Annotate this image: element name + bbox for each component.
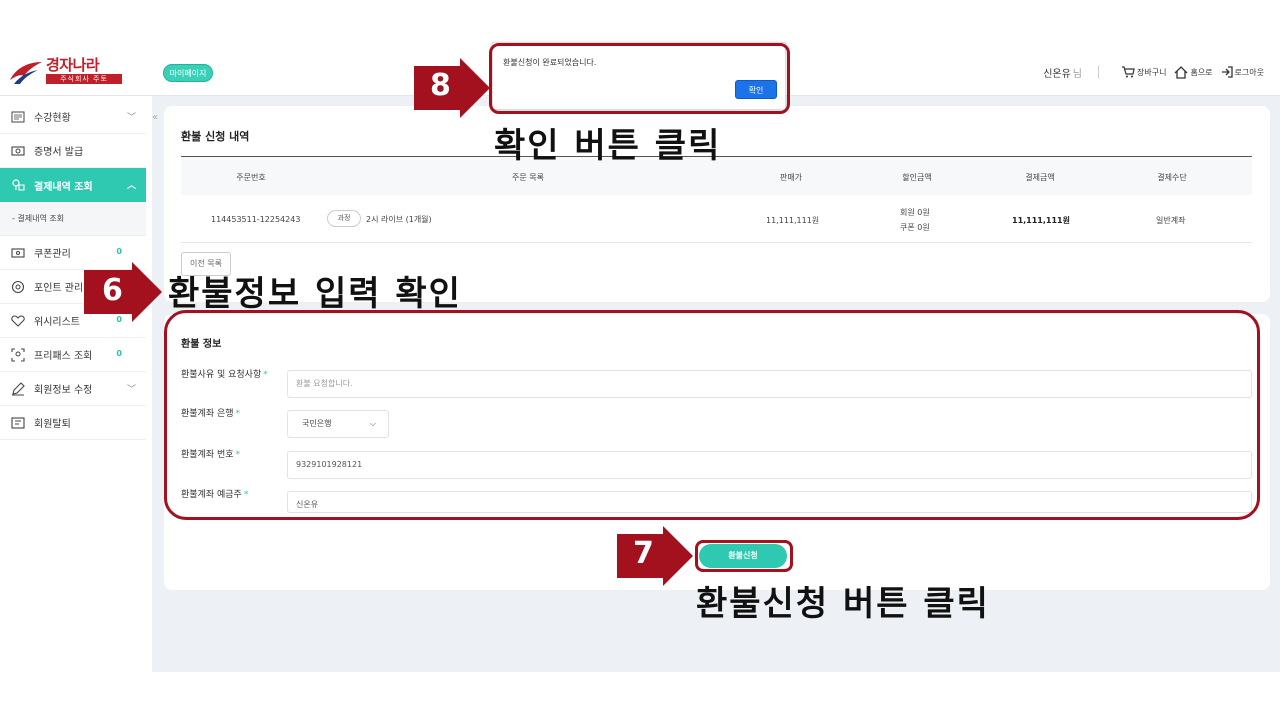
sidebar-item-withdraw[interactable]: 회원탈퇴 [0, 406, 146, 440]
withdraw-icon [10, 415, 26, 431]
arrow-right-icon [84, 262, 162, 322]
chevron-down-icon: ﹀ [126, 385, 136, 395]
sidebar-item-label: 회원탈퇴 [34, 419, 71, 430]
step6-arrow: 6 [84, 262, 162, 326]
cart-icon [1122, 66, 1135, 78]
site-logo[interactable]: 경자나라 주식회사 주토 [8, 56, 122, 88]
order-number: 114453511-12254243 [211, 215, 301, 224]
points-icon [10, 279, 26, 295]
pencil-icon [10, 381, 26, 397]
heart-icon [10, 313, 26, 329]
step8-arrow: 8 [414, 58, 490, 122]
arrow-right-icon [414, 58, 490, 118]
step8-number: 8 [430, 68, 451, 103]
sidebar-item-label: 수강현황 [34, 113, 71, 124]
sidebar-item-edit-profile[interactable]: 회원정보 수정 ﹀ [0, 372, 146, 406]
sidebar-item-certificate[interactable]: 증명서 발급 [0, 134, 146, 168]
home-label: 홈으로 [1190, 67, 1213, 77]
paid-amount: 11,111,111원 [1012, 216, 1070, 225]
logo-brand-text: 경자나라 [46, 56, 100, 74]
sidebar-item-label: 결제내역 조회 [34, 181, 93, 193]
sidebar-collapse-toggle[interactable]: « [152, 112, 162, 123]
bulb-icon [10, 177, 26, 193]
col-discount: 할인금액 [902, 173, 932, 182]
sidebar-item-label: 증명서 발급 [34, 147, 84, 158]
freepass-count: 0 [116, 349, 122, 358]
logout-label: 로그아웃 [1234, 67, 1264, 77]
chevron-down-icon: ﹀ [126, 113, 136, 123]
table-row: 114453511-12254243 과정 2시 라이브 (1개월) 11,11… [181, 195, 1252, 243]
chevron-up-icon: ︿ [126, 181, 136, 191]
user-area: 신온유 님 장바구니 홈으로 로그아웃 [1043, 64, 1264, 80]
step7-caption: 환불신청 버튼 클릭 [696, 584, 990, 624]
user-name: 신온유 [1043, 68, 1071, 80]
course-tag: 과정 [327, 210, 361, 227]
home-link[interactable]: 홈으로 [1174, 65, 1213, 79]
order-price: 11,111,111원 [766, 216, 820, 225]
step7-arrow: 7 [617, 526, 693, 590]
step7-number: 7 [633, 536, 654, 571]
discount-coupon: 쿠폰 0원 [900, 223, 930, 232]
sidebar-item-freepass[interactable]: 프리패스 조회 0 [0, 338, 146, 372]
col-method: 결제수단 [1157, 173, 1187, 182]
step6-number: 6 [102, 273, 123, 308]
discount-member: 회원 0원 [900, 208, 930, 217]
sidebar-item-course-status[interactable]: 수강현황 ﹀ [0, 100, 146, 134]
sidebar-item-label: 위시리스트 [34, 317, 80, 328]
arrow-right-icon [617, 526, 693, 586]
certificate-icon [10, 143, 26, 159]
highlight-refund-button [695, 540, 793, 572]
col-price: 판매가 [779, 173, 803, 182]
logo-corp-text: 주식회사 주토 [46, 74, 122, 84]
order-section-title: 환불 신청 내역 [181, 130, 250, 143]
sidebar-item-label: 포인트 관리 [34, 283, 84, 294]
step8-caption: 확인 버튼 클릭 [494, 126, 722, 166]
cart-link[interactable]: 장바구니 [1121, 66, 1166, 78]
col-paid: 결제금액 [1025, 173, 1055, 182]
freepass-icon [10, 347, 26, 363]
highlight-dialog [489, 43, 790, 114]
home-icon [1174, 65, 1188, 79]
list-icon [10, 109, 26, 125]
cart-label: 장바구니 [1137, 67, 1167, 77]
payment-method: 일반계좌 [1156, 216, 1186, 225]
header-divider [1098, 66, 1099, 78]
logout-link[interactable]: 로그아웃 [1221, 66, 1264, 78]
order-item-name: 2시 라이브 (1개월) [366, 215, 432, 224]
screenshot-stage: 경자나라 주식회사 주토 마이페이지 신온유 님 장바구니 홈으로 로그아웃 «… [0, 0, 1280, 720]
bird-logo-icon [10, 62, 42, 84]
sidebar-item-label: 쿠폰관리 [34, 249, 71, 260]
col-order-no: 주문번호 [236, 173, 266, 182]
sidebar-item-label: 프리패스 조회 [34, 351, 93, 362]
col-order-items: 주문 목록 [512, 173, 544, 182]
user-suffix: 님 [1072, 68, 1082, 80]
logout-icon [1221, 66, 1233, 78]
sidebar-subitem-payment-history[interactable]: - 결제내역 조회 [0, 202, 146, 236]
mypage-button[interactable]: 마이페이지 [163, 64, 213, 82]
step6-caption: 환불정보 입력 확인 [168, 274, 462, 314]
highlight-refund-form [164, 310, 1260, 520]
sidebar-item-payment-history[interactable]: 결제내역 조회 ︿ [0, 168, 146, 202]
coupon-icon [10, 245, 26, 261]
coupon-count: 0 [116, 247, 122, 256]
sidebar-item-label: 회원정보 수정 [34, 385, 93, 396]
